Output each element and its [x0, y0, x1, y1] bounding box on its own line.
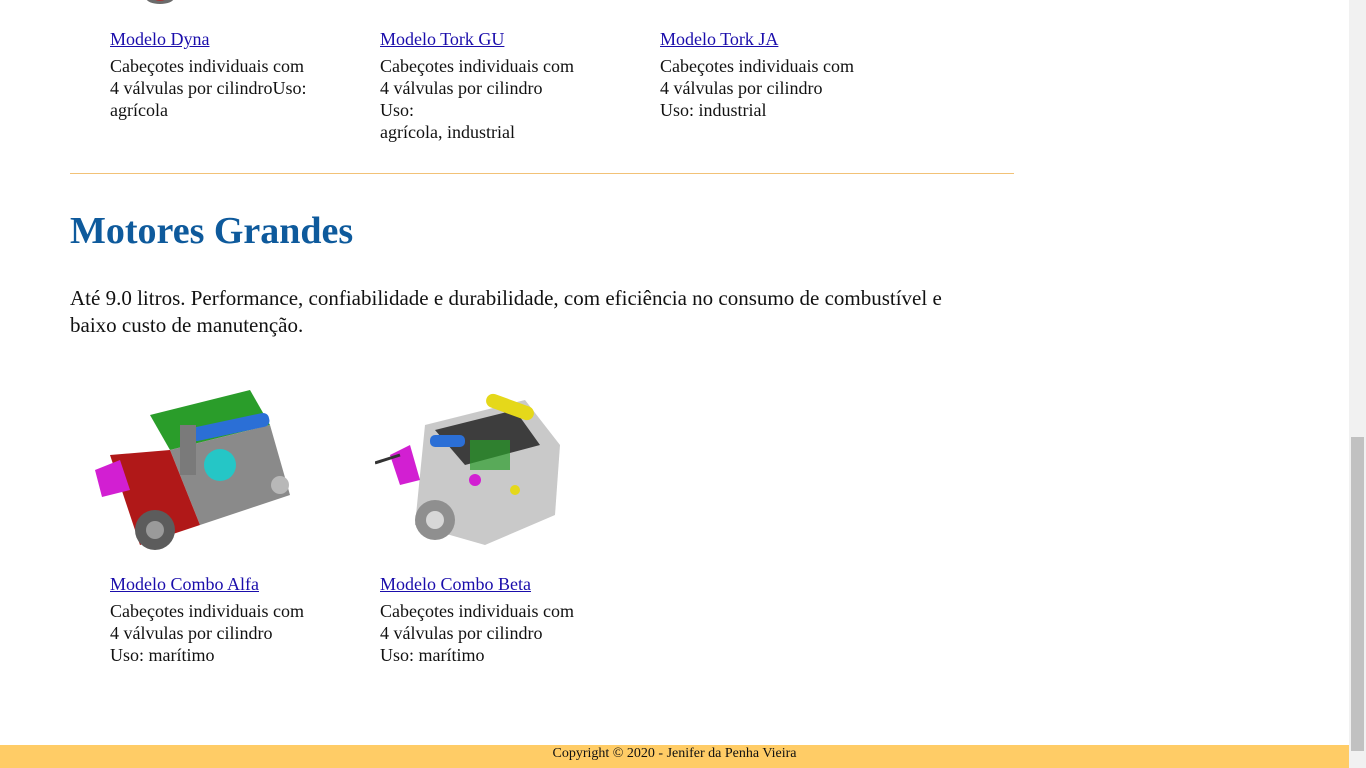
product-link-dyna[interactable]: Modelo Dyna	[110, 28, 340, 50]
product-desc-line: Cabeçotes individuais com	[110, 601, 304, 621]
product-card-tork-gu: Modelo Tork GU Cabeçotes individuais com…	[380, 28, 610, 143]
product-card-dyna: Modelo Dyna Cabeçotes individuais com 4 …	[110, 28, 340, 121]
engine-image-tork-ja	[670, 0, 840, 6]
section-divider	[70, 173, 1014, 174]
product-desc-line: Uso: marítimo	[380, 645, 485, 665]
product-card-tork-ja: Modelo Tork JA Cabeçotes individuais com…	[660, 28, 890, 121]
product-desc-line: 4 válvulas por cilindro	[380, 623, 543, 643]
product-card-combo-beta: Modelo Combo Beta Cabeçotes individuais …	[380, 573, 610, 666]
section-title: Motores Grandes	[70, 210, 354, 252]
product-desc-line: agrícola	[110, 100, 168, 120]
product-desc-line: 4 válvulas por cilindro	[660, 78, 823, 98]
section-intro: Até 9.0 litros. Performance, confiabilid…	[70, 286, 942, 337]
product-link-tork-ja[interactable]: Modelo Tork JA	[660, 28, 890, 50]
product-desc-line: Cabeçotes individuais com	[380, 56, 574, 76]
vertical-scrollbar[interactable]	[1349, 0, 1366, 768]
product-link-tork-gu[interactable]: Modelo Tork GU	[380, 28, 610, 50]
product-desc-line: 4 válvulas por cilindro	[380, 78, 543, 98]
product-desc-line: Cabeçotes individuais com	[110, 56, 304, 76]
product-card-combo-alfa: Modelo Combo Alfa Cabeçotes individuais …	[110, 573, 340, 666]
product-link-combo-alfa[interactable]: Modelo Combo Alfa	[110, 573, 340, 595]
engine-image-combo-beta	[375, 393, 560, 545]
small-engines-row: Modelo Dyna Cabeçotes individuais com 4 …	[70, 0, 1014, 150]
engine-image-combo-alfa	[95, 390, 290, 550]
product-desc-line: Cabeçotes individuais com	[660, 56, 854, 76]
product-desc-line: 4 válvulas por cilindroUso:	[110, 78, 307, 98]
footer-copyright: Copyright © 2020 - Jenifer da Penha Viei…	[552, 746, 797, 761]
scrollbar-thumb[interactable]	[1351, 437, 1364, 751]
page-footer: Copyright © 2020 - Jenifer da Penha Viei…	[0, 745, 1349, 768]
engine-image-tork-gu	[440, 0, 520, 6]
product-desc-line: agrícola, industrial	[380, 122, 515, 142]
product-desc-line: 4 válvulas por cilindro	[110, 623, 273, 643]
product-desc-line: Cabeçotes individuais com	[380, 601, 574, 621]
product-desc-line: Uso: marítimo	[110, 645, 215, 665]
product-desc-line: Uso: industrial	[660, 100, 767, 120]
product-link-combo-beta[interactable]: Modelo Combo Beta	[380, 573, 610, 595]
page: Modelo Dyna Cabeçotes individuais com 4 …	[0, 0, 1349, 768]
engine-image-dyna	[146, 0, 174, 4]
product-desc-line: Uso:	[380, 100, 415, 120]
